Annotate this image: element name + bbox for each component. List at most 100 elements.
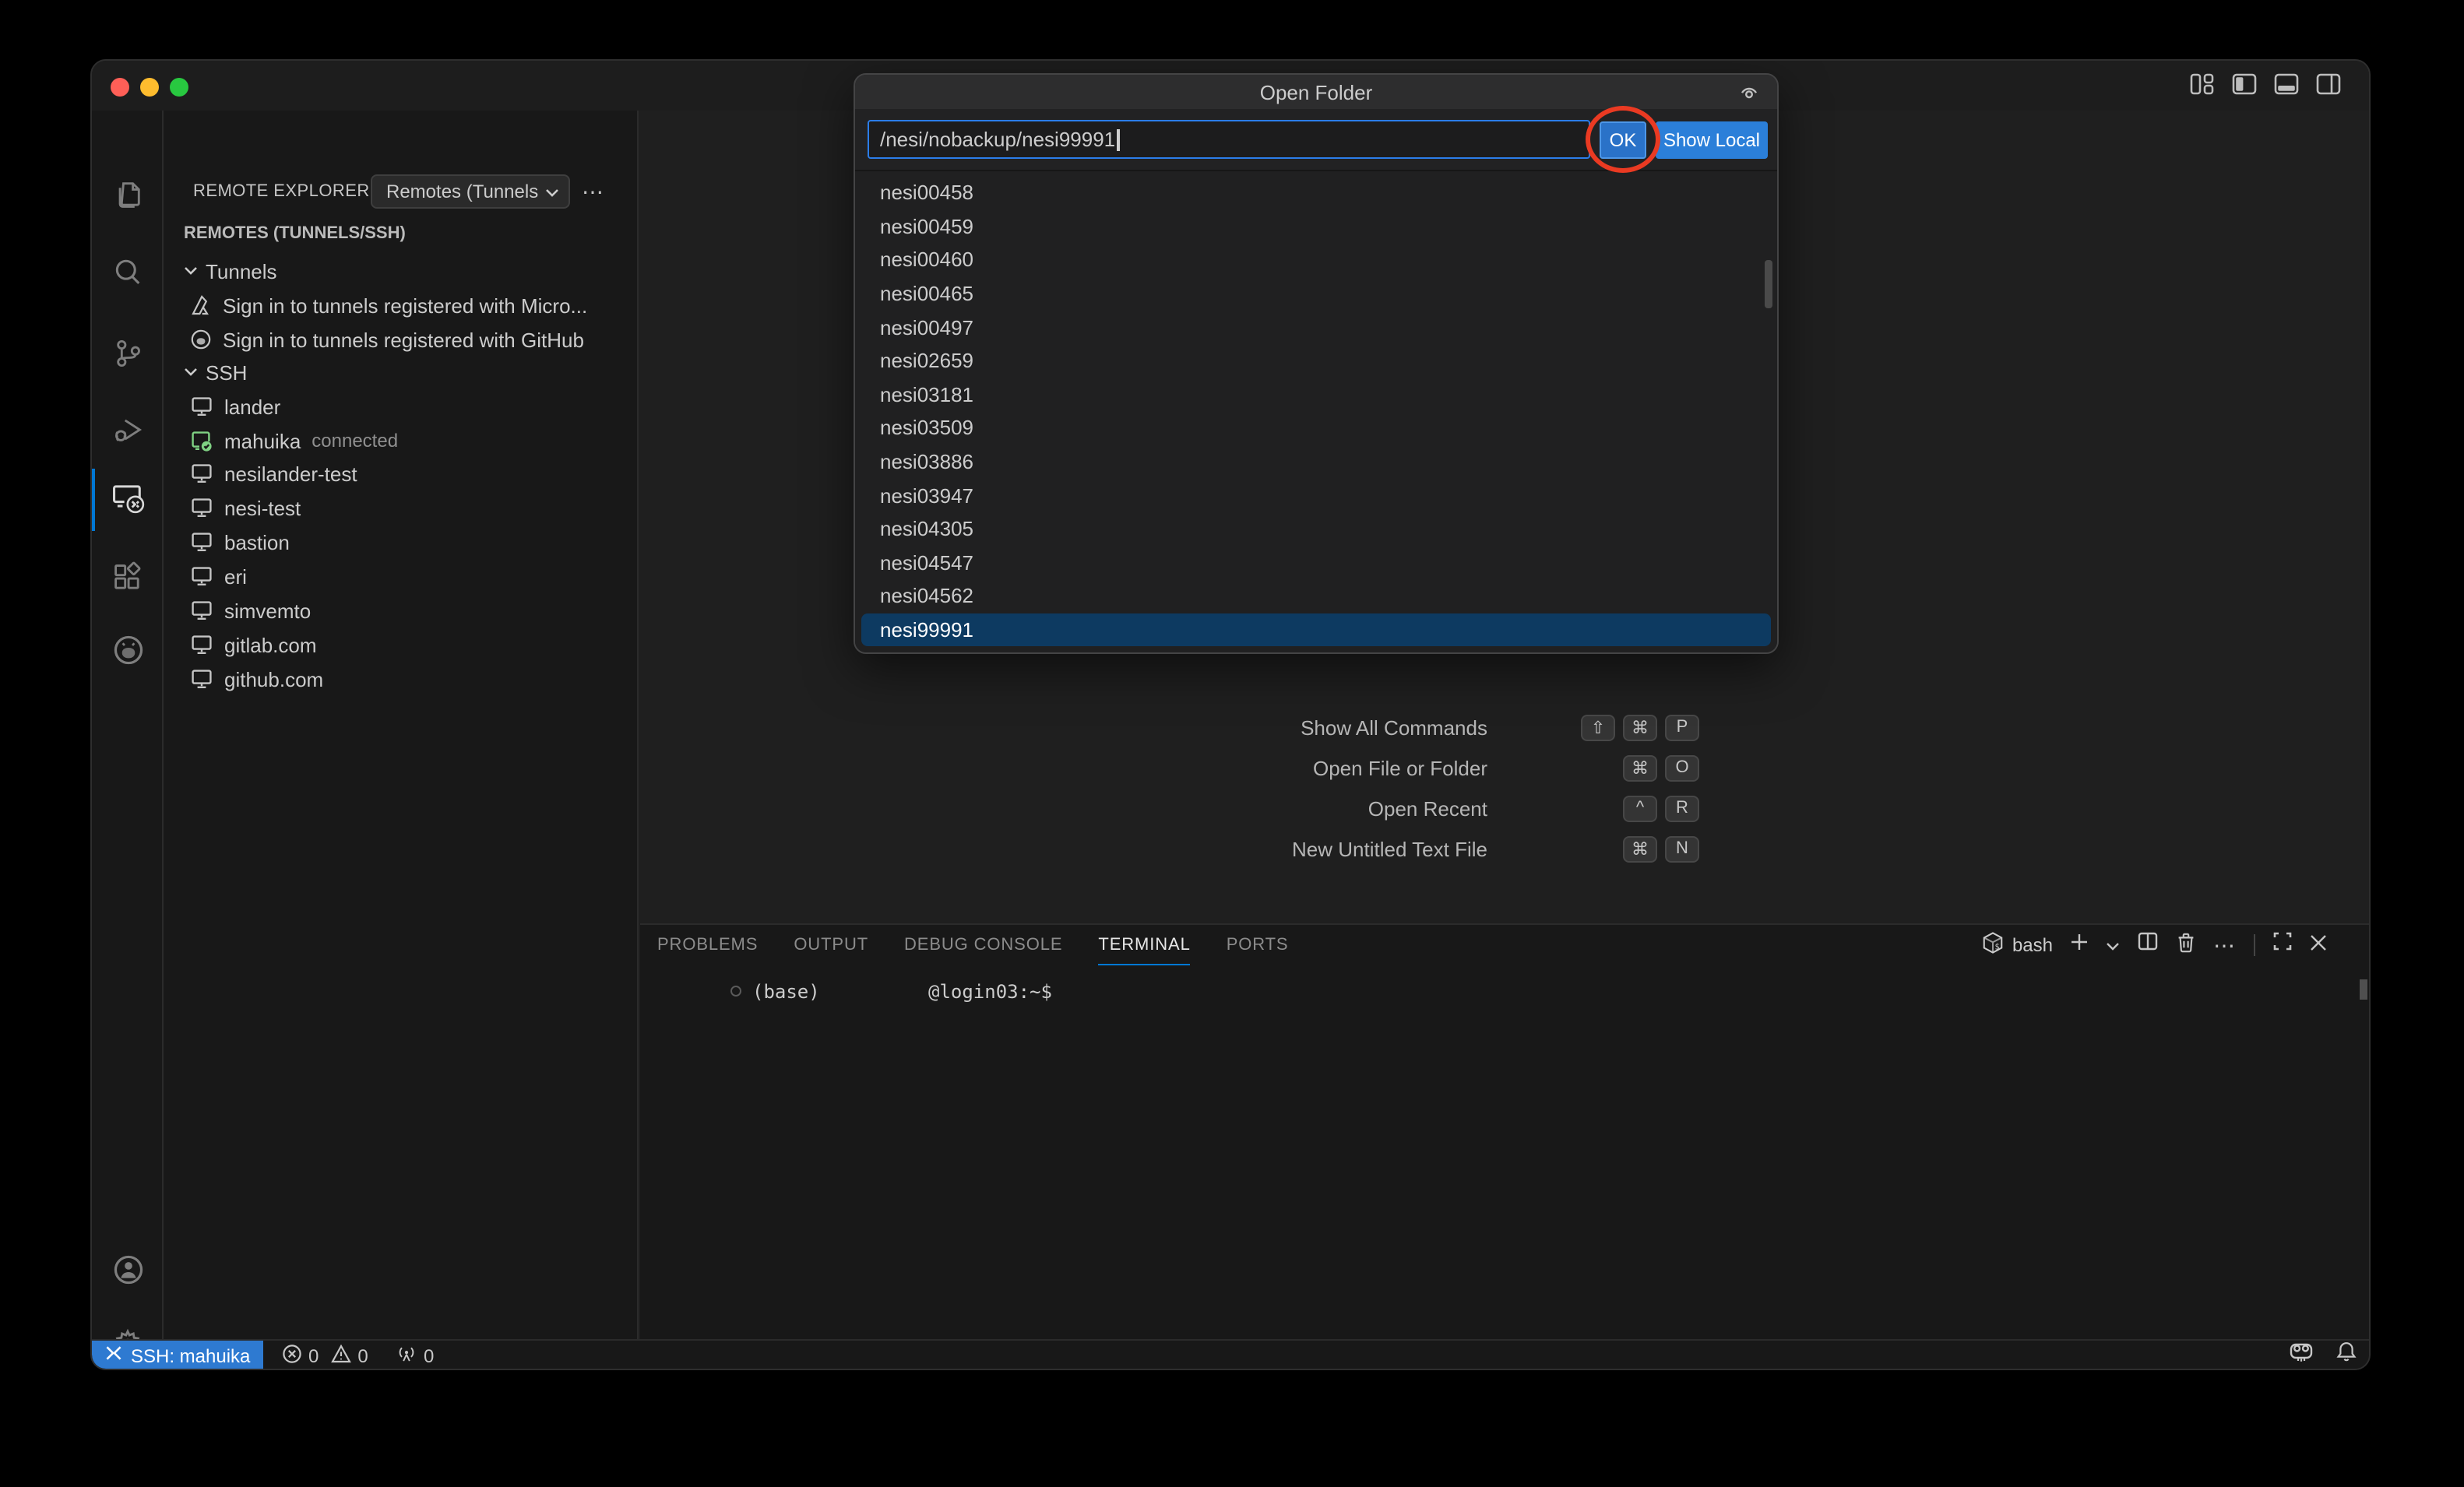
close-panel-button[interactable]: [2310, 931, 2327, 959]
toggle-primary-sidebar-icon[interactable]: [2232, 73, 2257, 95]
ok-button[interactable]: OK: [1600, 121, 1646, 159]
split-terminal-button[interactable]: [2137, 931, 2159, 959]
kill-terminal-button[interactable]: [2176, 930, 2196, 960]
tree-item-lander[interactable]: lander: [164, 389, 637, 424]
sidebar-item-explorer[interactable]: [92, 167, 164, 229]
folder-suggestions-list: nesi00458 nesi00459 nesi00460 nesi00465 …: [855, 170, 1777, 653]
tree-item-label: gitlab.com: [224, 633, 317, 656]
vm-connected-icon: [190, 430, 213, 452]
minimize-window-button[interactable]: [140, 78, 159, 97]
list-item[interactable]: nesi00465: [855, 277, 1777, 311]
tree-item-mahuika[interactable]: mahuika connected: [164, 424, 637, 458]
tree-item-nesi-test[interactable]: nesi-test: [164, 490, 637, 525]
remote-explorer-sidebar: REMOTE EXPLORER Remotes (Tunnels ⋯ REMOT…: [164, 111, 639, 1339]
key-p: P: [1665, 714, 1699, 740]
bash-icon: $: [1981, 931, 2005, 959]
toggle-panel-icon[interactable]: [2274, 73, 2299, 95]
terminal-shell-label: bash: [2012, 934, 2053, 956]
tab-problems[interactable]: PROBLEMS: [657, 925, 758, 965]
tree-item-signin-github[interactable]: Sign in to tunnels registered with GitHu…: [164, 322, 637, 357]
list-item[interactable]: nesi04547: [855, 546, 1777, 579]
tree-item-simvemto[interactable]: simvemto: [164, 593, 637, 627]
error-count: 0: [308, 1345, 319, 1366]
tab-terminal[interactable]: TERMINAL: [1098, 925, 1190, 965]
tree-item-bastion[interactable]: bastion: [164, 525, 637, 559]
list-item[interactable]: nesi04305: [855, 512, 1777, 546]
github-icon: [110, 632, 146, 676]
sidebar-item-search[interactable]: [92, 244, 164, 307]
tree-group-ssh[interactable]: SSH: [164, 355, 637, 389]
tree-item-github-com[interactable]: github.com: [164, 662, 637, 696]
list-item[interactable]: nesi00497: [855, 311, 1777, 344]
list-scrollbar[interactable]: [1765, 260, 1772, 308]
zoom-window-button[interactable]: [170, 78, 188, 97]
extensions-icon: [111, 560, 145, 602]
more-actions-button[interactable]: ⋯: [2213, 932, 2237, 958]
list-item[interactable]: nesi03181: [855, 378, 1777, 411]
key-ctrl: ^: [1623, 795, 1657, 821]
vm-icon: [190, 395, 213, 417]
bell-icon[interactable]: [2336, 1341, 2357, 1370]
remotes-section-header[interactable]: REMOTES (TUNNELS/SSH): [184, 224, 406, 243]
tree-item-nesilander-test[interactable]: nesilander-test: [164, 456, 637, 490]
tab-ports[interactable]: PORTS: [1227, 925, 1289, 965]
sidebar-item-run-debug[interactable]: [92, 402, 164, 464]
close-window-button[interactable]: [111, 78, 129, 97]
status-bar: SSH: mahuika 0 0 0: [92, 1339, 2369, 1369]
accounts-button[interactable]: [92, 1243, 164, 1305]
list-item[interactable]: nesi03509: [855, 411, 1777, 445]
chevron-down-icon: [184, 266, 198, 276]
sidebar-title: REMOTE EXPLORER: [193, 182, 370, 201]
tree-item-gitlab-com[interactable]: gitlab.com: [164, 627, 637, 662]
dialog-title: Open Folder: [1260, 80, 1373, 104]
sidebar-item-remote-explorer[interactable]: [92, 469, 164, 531]
list-item[interactable]: nesi04562: [855, 579, 1777, 613]
list-item[interactable]: nesi03947: [855, 479, 1777, 512]
tree-item-label: github.com: [224, 667, 323, 691]
remote-indicator[interactable]: SSH: mahuika: [92, 1341, 263, 1370]
eye-icon[interactable]: [1737, 79, 1762, 109]
list-item[interactable]: nesi00459: [855, 209, 1777, 243]
list-item[interactable]: nesi00460: [855, 243, 1777, 276]
connection-status-badge: connected: [312, 430, 398, 452]
key-shift: ⇧: [1581, 714, 1615, 740]
sidebar-item-source-control[interactable]: [92, 325, 164, 388]
list-item-selected[interactable]: nesi99991: [861, 613, 1771, 646]
terminal-scrollbar[interactable]: [2360, 979, 2367, 1000]
tree-item-label: nesi-test: [224, 496, 301, 519]
tree-item-signin-microsoft[interactable]: Sign in to tunnels registered with Micro…: [164, 288, 637, 322]
toggle-secondary-sidebar-icon[interactable]: [2316, 73, 2341, 95]
vm-icon: [190, 531, 213, 553]
maximize-panel-button[interactable]: [2272, 931, 2293, 959]
tab-debug-console[interactable]: DEBUG CONSOLE: [904, 925, 1062, 965]
search-icon: [111, 255, 145, 297]
terminal-shell-selector[interactable]: $ bash: [1981, 931, 2053, 959]
tab-output[interactable]: OUTPUT: [794, 925, 868, 965]
svg-text:$: $: [1994, 943, 1999, 952]
tree-item-eri[interactable]: eri: [164, 559, 637, 593]
new-terminal-button[interactable]: [2070, 931, 2089, 959]
tree-group-tunnels[interactable]: Tunnels: [164, 254, 637, 288]
tree-item-label: nesilander-test: [224, 462, 357, 485]
ports-status[interactable]: 0: [396, 1341, 434, 1370]
sidebar-item-extensions[interactable]: [92, 550, 164, 612]
remote-indicator-icon: [104, 1344, 123, 1367]
radio-tower-icon: [396, 1342, 417, 1369]
remote-view-selector[interactable]: Remotes (Tunnels: [371, 174, 570, 209]
tree-item-label: Tunnels: [206, 259, 277, 283]
terminal-profile-dropdown[interactable]: [2106, 931, 2120, 959]
sidebar-item-github[interactable]: [92, 623, 164, 685]
key-r: R: [1665, 795, 1699, 821]
bottom-panel: PROBLEMS OUTPUT DEBUG CONSOLE TERMINAL P…: [640, 923, 2369, 1339]
copilot-icon[interactable]: [2288, 1340, 2314, 1370]
show-local-button[interactable]: Show Local: [1656, 121, 1768, 159]
list-item[interactable]: nesi02659: [855, 344, 1777, 378]
dialog-title-bar[interactable]: Open Folder: [855, 75, 1777, 109]
text-cursor: [1117, 128, 1119, 150]
list-item[interactable]: nesi03886: [855, 445, 1777, 479]
customize-layout-icon[interactable]: [2190, 73, 2215, 95]
list-item[interactable]: nesi00458: [855, 176, 1777, 209]
problems-status[interactable]: 0 0: [282, 1341, 368, 1370]
sidebar-more-actions-button[interactable]: ⋯: [575, 174, 612, 209]
folder-path-input[interactable]: /nesi/nobackup/nesi99991: [868, 120, 1590, 159]
